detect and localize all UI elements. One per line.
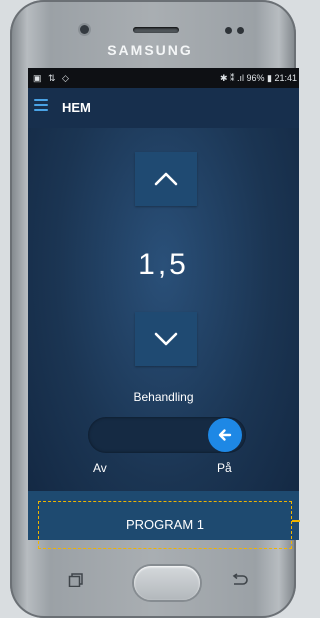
back-icon[interactable] bbox=[231, 573, 249, 587]
proximity-sensor bbox=[225, 27, 232, 34]
chevron-down-icon bbox=[154, 332, 178, 346]
front-camera bbox=[80, 25, 89, 34]
setting-value: 1,5 bbox=[138, 248, 189, 281]
home-button[interactable] bbox=[134, 566, 200, 600]
app-bar: HEM bbox=[28, 88, 299, 128]
toggle-knob[interactable] bbox=[208, 418, 242, 452]
callout-line bbox=[292, 520, 300, 522]
status-bar: ▣ ⇅ ◇ ✱ ⁑ .ıl 96% ▮ 21:41 bbox=[28, 68, 299, 88]
hamburger-icon[interactable] bbox=[34, 99, 48, 113]
status-right-info: ✱ ⁑ .ıl 96% ▮ 21:41 bbox=[219, 73, 297, 83]
decrease-button[interactable] bbox=[135, 312, 197, 366]
program-label: PROGRAM 1 bbox=[125, 517, 204, 532]
screen: ▣ ⇅ ◇ ✱ ⁑ .ıl 96% ▮ 21:41 HEM 1,5 Behand… bbox=[28, 68, 299, 540]
brand-logo: SAMSUNG bbox=[107, 42, 193, 58]
treatment-label: Behandling bbox=[133, 390, 194, 404]
light-sensor bbox=[237, 27, 244, 34]
arrow-left-icon bbox=[218, 429, 232, 441]
toggle-off-label: Av bbox=[93, 461, 107, 475]
recent-apps-icon[interactable] bbox=[68, 573, 84, 587]
earpiece-speaker bbox=[133, 27, 179, 33]
page-title: HEM bbox=[62, 100, 91, 115]
toggle-on-label: På bbox=[217, 461, 232, 475]
chevron-up-icon bbox=[154, 172, 178, 186]
increase-button[interactable] bbox=[135, 152, 197, 206]
status-left-icons: ▣ ⇅ ◇ bbox=[33, 73, 71, 83]
